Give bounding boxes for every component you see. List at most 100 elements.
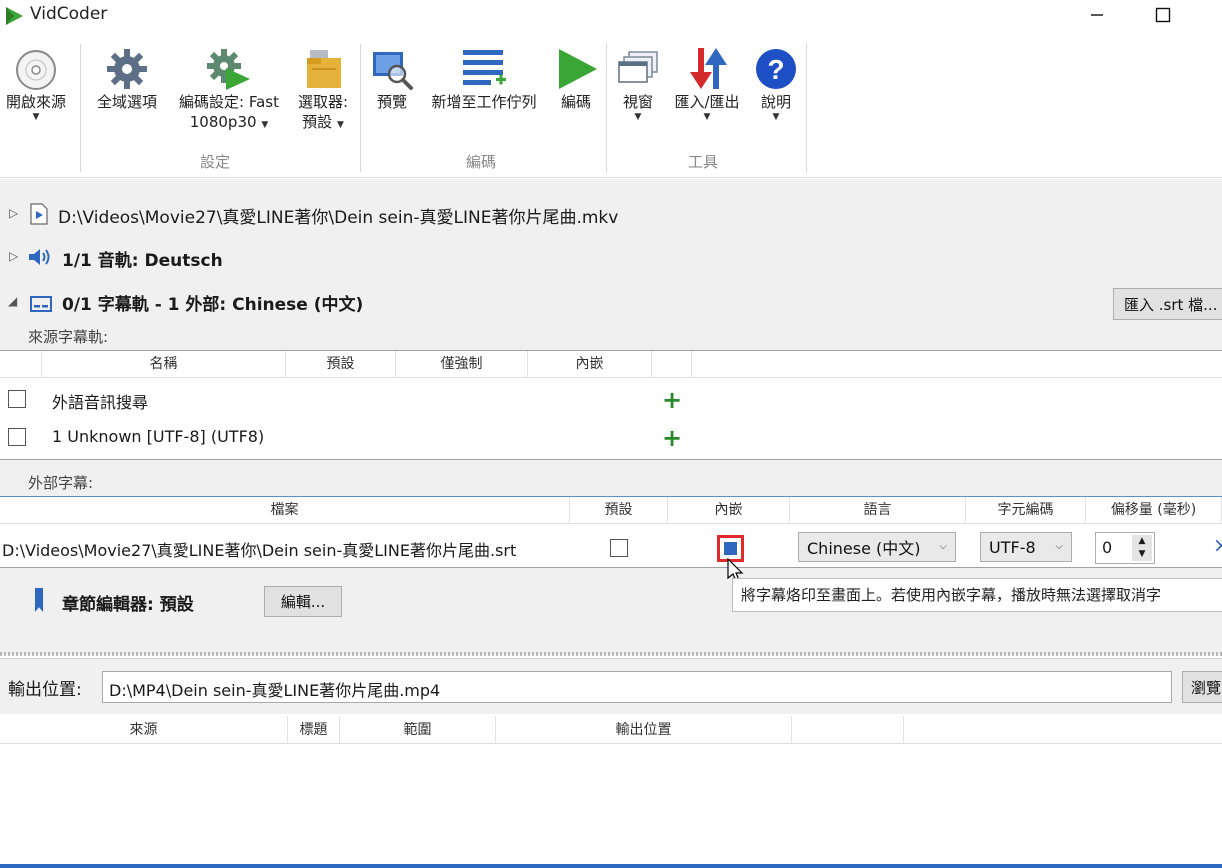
grid-header: 名稱 預設 僅強制 內嵌	[0, 351, 1222, 378]
encode-label: 編碼	[560, 93, 591, 111]
windows-label: 視窗	[622, 93, 653, 111]
windows-button[interactable]: 視窗 ▼	[612, 46, 664, 122]
output-path-input[interactable]: D:\MP4\Dein sein-真愛LINE著你片尾曲.mp4	[102, 671, 1172, 703]
external-subtitles-label: 外部字幕:	[28, 474, 94, 492]
video-file-icon	[30, 203, 48, 225]
disc-icon	[16, 50, 56, 90]
global-options-label: 全域選項	[96, 93, 157, 111]
help-button[interactable]: ? 說明 ▼	[750, 46, 802, 122]
column-header-range[interactable]: 範圍	[340, 716, 496, 744]
queue-header: 來源 標題 範圍 輸出位置	[0, 716, 1222, 744]
preview-icon	[373, 52, 413, 90]
minimize-icon	[1091, 14, 1103, 16]
column-header-burn-in[interactable]: 內嵌	[668, 497, 790, 524]
preview-label: 預覽	[376, 93, 407, 111]
chevron-down-icon: ▼	[772, 112, 780, 122]
column-header-offset[interactable]: 偏移量 (毫秒)	[1086, 497, 1222, 524]
ribbon-divider	[606, 44, 607, 172]
app-title: VidCoder	[30, 4, 108, 24]
gear-play-icon	[207, 49, 250, 90]
import-export-label: 匯入/匯出	[674, 93, 740, 111]
preview-button[interactable]: 預覽	[366, 46, 418, 112]
expand-chevron-icon[interactable]: ▷	[9, 206, 18, 220]
column-header-file[interactable]: 檔案	[0, 497, 570, 524]
ribbon-divider	[806, 44, 807, 172]
chevron-down-icon: ▼	[32, 112, 40, 122]
column-header-burn-in[interactable]: 內嵌	[528, 351, 652, 378]
import-srt-button[interactable]: 匯入 .srt 檔...	[1113, 288, 1222, 320]
chevron-down-icon: ▼	[703, 112, 711, 122]
import-export-button[interactable]: 匯入/匯出 ▼	[664, 46, 750, 122]
column-header-output-location[interactable]: 輸出位置	[496, 716, 792, 744]
panel-splitter[interactable]	[0, 652, 1222, 656]
grid-header: 檔案 預設 內嵌 語言 字元編碼 偏移量 (毫秒)	[0, 497, 1222, 524]
offset-stepper[interactable]: 0 ▲ ▼	[1095, 532, 1155, 564]
chevron-down-icon: ⌵	[1055, 541, 1063, 552]
output-row: 輸出位置: D:\MP4\Dein sein-真愛LINE著你片尾曲.mp4 瀏…	[0, 658, 1222, 714]
column-header-language[interactable]: 語言	[790, 497, 966, 524]
browse-button[interactable]: 瀏覽	[1182, 671, 1222, 703]
picker-button[interactable]: 選取器: 預設 ▼	[290, 46, 356, 132]
track-name: 1 Unknown [UTF-8] (UTF8)	[52, 427, 265, 446]
chevron-down-icon: ▼	[261, 120, 269, 130]
decrement-icon[interactable]: ▼	[1132, 548, 1152, 561]
column-header-title[interactable]: 標題	[288, 716, 340, 744]
vidcoder-logo-icon	[6, 7, 23, 25]
gear-icon	[107, 49, 147, 89]
help-icon: ?	[756, 49, 796, 89]
track-name: 外語音訊搜尋	[52, 393, 149, 412]
encoding-value: UTF-8	[989, 537, 1036, 557]
maximize-button[interactable]	[1140, 0, 1186, 30]
column-header-source[interactable]: 來源	[0, 716, 288, 744]
source-subtitles-label: 來源字幕軌:	[28, 328, 109, 346]
column-header-name[interactable]: 名稱	[42, 351, 286, 378]
source-file-path: D:\Videos\Movie27\真愛LINE著你\Dein sein-真愛L…	[58, 208, 619, 228]
open-source-button[interactable]: 開啟來源 ▼	[0, 46, 72, 122]
encoding-settings-button[interactable]: 編碼設定: Fast 1080p30 ▼	[170, 46, 288, 132]
column-header-encoding[interactable]: 字元編碼	[966, 497, 1086, 524]
offset-value: 0	[1102, 538, 1113, 557]
column-header-default[interactable]: 預設	[286, 351, 396, 378]
checkbox-hover-fill	[724, 542, 737, 555]
title-bar: VidCoder	[0, 0, 1222, 32]
edit-chapters-button[interactable]: 編輯...	[264, 586, 342, 617]
encoding-dropdown[interactable]: UTF-8 ⌵	[980, 532, 1072, 562]
ribbon-group-tools-label: 工具	[688, 153, 719, 171]
svg-text:?: ?	[767, 54, 784, 85]
subtitle-icon	[30, 296, 52, 312]
column-header-forced-only[interactable]: 僅強制	[396, 351, 528, 378]
add-track-icon[interactable]: +	[662, 426, 682, 450]
help-label: 說明	[760, 93, 791, 111]
encoding-settings-label-line2: 1080p30	[189, 113, 257, 131]
increment-icon[interactable]: ▲	[1132, 535, 1152, 548]
encode-button[interactable]: 編碼	[550, 46, 602, 112]
ribbon-divider	[360, 44, 361, 172]
column-header-default[interactable]: 預設	[570, 497, 668, 524]
remove-subtitle-icon[interactable]: ×	[1213, 533, 1222, 557]
collapse-triangle-icon[interactable]: ◢	[8, 294, 17, 308]
burn-in-tooltip: 將字幕烙印至畫面上。若使用內嵌字幕，播放時無法選擇取消字	[732, 578, 1222, 612]
play-icon	[559, 49, 597, 89]
track-checkbox[interactable]	[8, 428, 26, 446]
chapters-editor-label: 章節編輯器: 預設	[62, 595, 194, 615]
maximize-icon	[1155, 7, 1171, 23]
add-track-icon[interactable]: +	[662, 388, 682, 412]
language-dropdown[interactable]: Chinese (中文) ⌵	[798, 532, 956, 562]
add-to-queue-icon	[463, 50, 506, 85]
add-to-queue-button[interactable]: 新增至工作佇列	[420, 46, 548, 112]
encoding-settings-label-line1: 編碼設定: Fast	[179, 93, 279, 111]
external-subtitles-grid: 檔案 預設 內嵌 語言 字元編碼 偏移量 (毫秒) D:\Videos\Movi…	[0, 496, 1222, 568]
ribbon-group-encode-label: 編碼	[466, 153, 497, 171]
default-checkbox[interactable]	[610, 539, 628, 557]
minimize-button[interactable]	[1074, 0, 1120, 30]
subtitle-file-path: D:\Videos\Movie27\真愛LINE著你\Dein sein-真愛L…	[2, 541, 517, 560]
expand-chevron-icon[interactable]: ▷	[9, 249, 18, 263]
chevron-down-icon: ▼	[634, 112, 642, 122]
chevron-down-icon: ▼	[336, 120, 344, 130]
audio-summary: 1/1 音軌: Deutsch	[62, 251, 223, 271]
encode-queue: 來源 標題 範圍 輸出位置	[0, 716, 1222, 868]
status-bar-edge	[0, 864, 1222, 868]
global-options-button[interactable]: 全域選項	[88, 46, 166, 112]
track-checkbox[interactable]	[8, 390, 26, 408]
table-row: D:\Videos\Movie27\真愛LINE著你\Dein sein-真愛L…	[0, 527, 1222, 567]
